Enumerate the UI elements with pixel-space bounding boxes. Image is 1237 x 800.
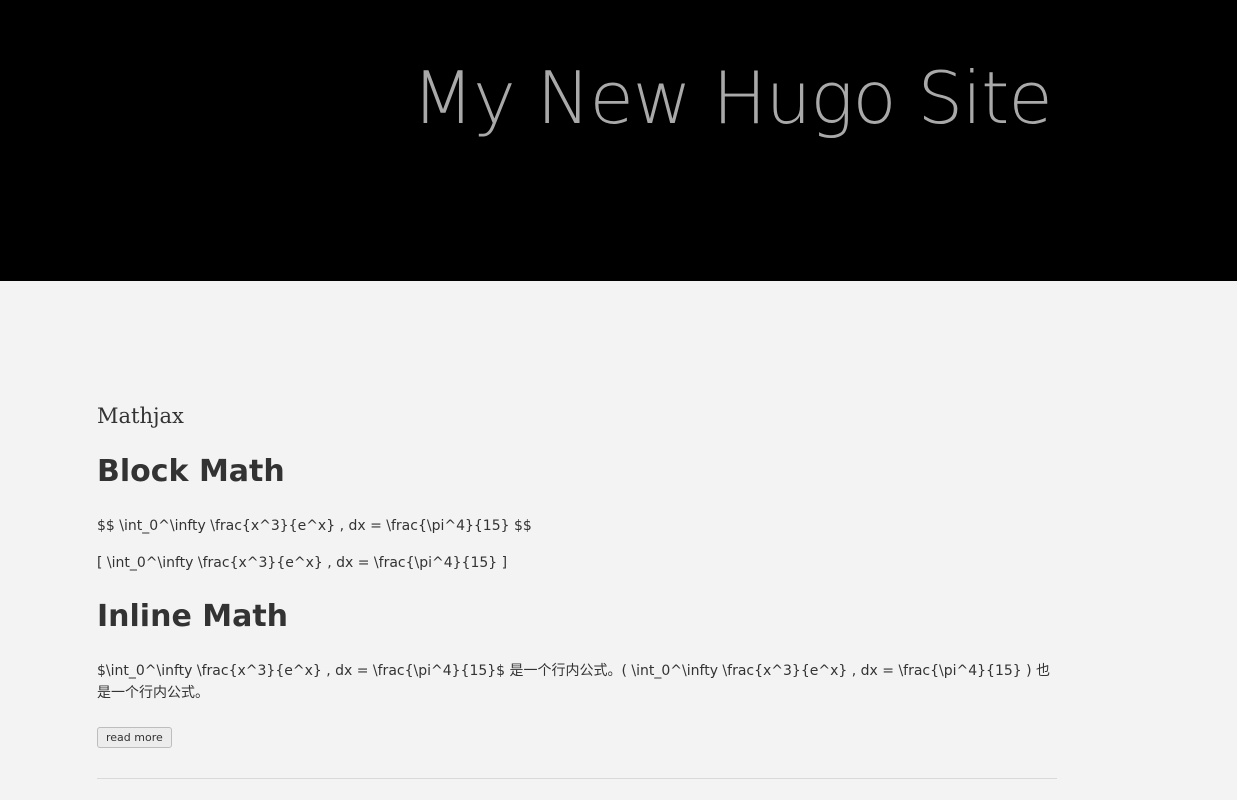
inline-math-paragraph: $\int_0^\infty \frac{x^3}{e^x} , dx = \f… (97, 663, 1051, 701)
read-more-button[interactable]: read more (97, 727, 172, 748)
site-title[interactable]: My New Hugo Site (412, 52, 1053, 144)
post-divider (97, 778, 1057, 779)
site-header: My New Hugo Site (0, 0, 1237, 281)
block-math-line-2: [ \int_0^\infty \frac{x^3}{e^x} , dx = \… (97, 555, 508, 571)
inline-math-heading: Inline Math (97, 599, 289, 634)
block-math-line-1: $$ \int_0^\infty \frac{x^3}{e^x} , dx = … (97, 518, 532, 534)
block-math-heading: Block Math (97, 454, 285, 489)
post-title[interactable]: Mathjax (97, 402, 184, 430)
